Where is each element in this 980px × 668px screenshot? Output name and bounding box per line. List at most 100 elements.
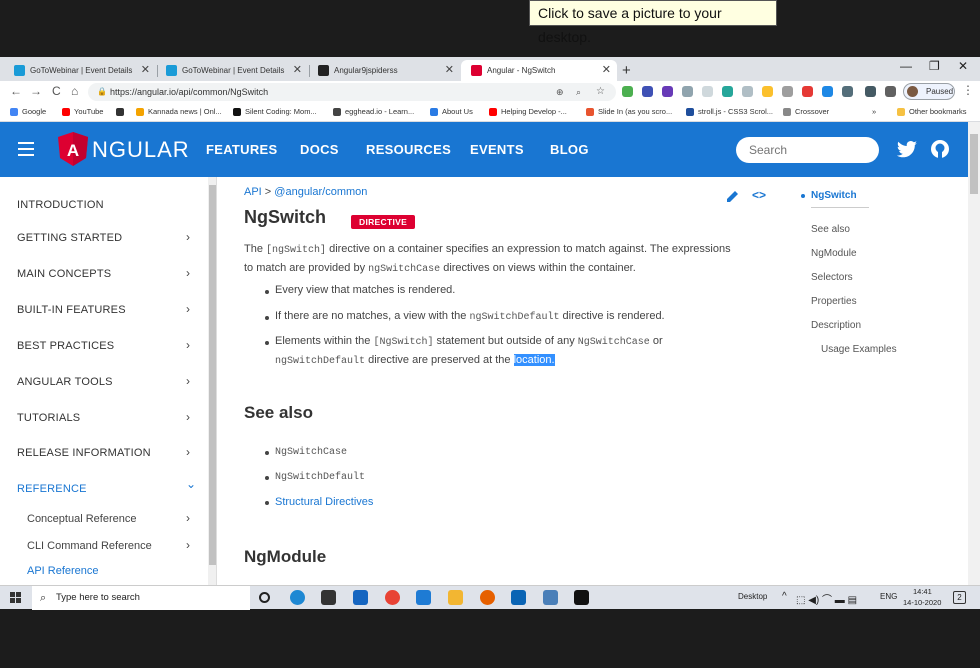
desktop-toolbar[interactable]: Desktop (738, 592, 767, 601)
chevron-right-icon[interactable]: › (186, 230, 190, 244)
clock-date[interactable]: 14-10-2020 (903, 598, 941, 607)
other-bookmarks[interactable]: Other bookmarks (897, 106, 967, 118)
side-item-reference[interactable]: REFERENCE (17, 483, 87, 495)
toc-selectors[interactable]: Selectors (811, 272, 853, 283)
side-item-api-reference[interactable]: API Reference (27, 565, 99, 577)
extension-icon[interactable] (742, 86, 753, 97)
reload-button[interactable]: C (52, 84, 61, 98)
hamburger-menu-icon[interactable] (18, 142, 34, 156)
profile-button[interactable]: Paused (903, 83, 955, 100)
page-scroll-thumb[interactable] (970, 134, 978, 194)
side-item-cli-command-reference[interactable]: CLI Command Reference (27, 540, 152, 552)
bookmark-stroll[interactable]: stroll.js - CSS3 Scrol... (686, 106, 773, 118)
media-icon[interactable] (511, 590, 526, 605)
puzzle-icon[interactable] (885, 86, 896, 97)
extension-icon[interactable] (662, 86, 673, 97)
taskbar-search-input[interactable]: ⌕ Type here to search (32, 586, 250, 610)
brand-wordmark[interactable]: NGULAR (92, 137, 190, 163)
structural-directives-link[interactable]: Structural Directives (275, 493, 373, 512)
close-window-button[interactable]: ✕ (958, 59, 968, 73)
sidebar-scroll-thumb[interactable] (209, 185, 216, 565)
menu-icon[interactable]: ⋮ (962, 83, 974, 97)
chrome-icon[interactable] (385, 590, 400, 605)
task-view-icon[interactable] (259, 592, 270, 603)
chevron-right-icon[interactable]: › (186, 266, 190, 280)
extension-icon[interactable] (802, 86, 813, 97)
github-icon[interactable] (930, 139, 950, 159)
view-source-icon[interactable]: <> (752, 188, 766, 202)
breadcrumb-api-link[interactable]: API (244, 186, 262, 198)
angular-logo-icon[interactable]: A (58, 132, 88, 166)
edit-pencil-icon[interactable] (726, 189, 740, 203)
windows-start-icon[interactable] (10, 592, 22, 604)
bookmark-helping-develop[interactable]: Helping Develop -... (489, 106, 567, 118)
mail-icon[interactable] (353, 590, 368, 605)
tab-gotowebinar-1[interactable]: GoToWebinar | Event Details ✕ (4, 60, 156, 81)
chevron-up-icon[interactable]: ^ (782, 591, 787, 602)
bookmarks-overflow[interactable]: » (872, 106, 876, 118)
close-icon[interactable]: ✕ (141, 60, 150, 81)
minimize-button[interactable]: — (900, 59, 912, 73)
new-tab-button[interactable]: + (622, 60, 631, 81)
extension-icon[interactable] (722, 86, 733, 97)
extension-icon[interactable] (822, 86, 833, 97)
file-explorer-icon[interactable] (448, 590, 463, 605)
extension-icon[interactable] (865, 86, 876, 97)
address-bar[interactable]: 🔒 https://angular.io/api/common/NgSwitch… (88, 83, 616, 101)
bookmark-egghead[interactable]: egghead.io - Learn... (333, 106, 414, 118)
extension-icon[interactable] (782, 86, 793, 97)
nav-docs[interactable]: DOCS (300, 142, 339, 157)
close-icon[interactable]: ✕ (602, 60, 611, 81)
extension-icon[interactable] (702, 86, 713, 97)
toc-description[interactable]: Description (811, 320, 861, 331)
bookmark-google[interactable]: Google (10, 106, 46, 118)
tab-gotowebinar-2[interactable]: GoToWebinar | Event Details ✕ (156, 60, 308, 81)
bookmark-star-icon[interactable]: ☆ (596, 83, 605, 101)
chevron-right-icon[interactable]: › (186, 410, 190, 424)
home-button[interactable]: ⌂ (71, 84, 78, 98)
edge-icon[interactable] (290, 590, 305, 605)
vscode-icon[interactable] (416, 590, 431, 605)
nav-resources[interactable]: RESOURCES (366, 142, 451, 157)
tray-icons[interactable]: ⬚ ◀) ⌒ ▬ ▤ (796, 591, 857, 606)
close-icon[interactable]: ✕ (293, 60, 302, 81)
tab-angular-ngswitch[interactable]: Angular - NgSwitch ✕ (461, 60, 617, 81)
nav-blog[interactable]: BLOG (550, 142, 589, 157)
side-item-conceptual-reference[interactable]: Conceptual Reference (27, 513, 136, 525)
toc-ngmodule[interactable]: NgModule (811, 248, 857, 259)
toc-ngswitch[interactable]: NgSwitch (811, 190, 857, 201)
maximize-button[interactable]: ❐ (929, 59, 940, 73)
chevron-right-icon[interactable]: › (186, 302, 190, 316)
bookmark-slide-in[interactable]: Slide In (as you scro... (586, 106, 672, 118)
side-item-getting-started[interactable]: GETTING STARTED (17, 232, 122, 244)
bookmark-silent-coding[interactable]: Silent Coding: Mom... (233, 106, 317, 118)
notifications-icon[interactable]: 2 (953, 591, 966, 604)
extension-icon[interactable] (842, 86, 853, 97)
tab-angular9jspiderss[interactable]: Angular9jspiderss ✕ (308, 60, 460, 81)
chevron-right-icon[interactable]: › (186, 338, 190, 352)
zoom-icon[interactable]: ⌕ (576, 83, 581, 101)
side-item-angular-tools[interactable]: ANGULAR TOOLS (17, 376, 113, 388)
bookmark-kannada-news[interactable]: Kannada news | Onl... (136, 106, 222, 118)
side-item-built-in-features[interactable]: BUILT-IN FEATURES (17, 304, 126, 316)
chevron-down-icon[interactable]: ⌄ (186, 477, 196, 491)
side-item-release-information[interactable]: RELEASE INFORMATION (17, 447, 151, 459)
nav-features[interactable]: FEATURES (206, 142, 278, 157)
toc-properties[interactable]: Properties (811, 296, 857, 307)
extension-icon[interactable] (682, 86, 693, 97)
breadcrumb-package-link[interactable]: @angular/common (274, 186, 367, 198)
chevron-right-icon[interactable]: › (186, 374, 190, 388)
side-item-tutorials[interactable]: TUTORIALS (17, 412, 80, 424)
language-indicator[interactable]: ENG (880, 592, 897, 601)
firefox-icon[interactable] (480, 590, 495, 605)
toc-see-also[interactable]: See also (811, 224, 850, 235)
chevron-right-icon[interactable]: › (186, 445, 190, 459)
terminal-icon[interactable] (574, 590, 589, 605)
settings-app-icon[interactable] (543, 590, 558, 605)
side-item-best-practices[interactable]: BEST PRACTICES (17, 340, 114, 352)
close-icon[interactable]: ✕ (445, 60, 454, 81)
search-input[interactable] (736, 137, 879, 163)
install-icon[interactable]: ⊕ (556, 83, 564, 101)
chevron-right-icon[interactable]: › (186, 538, 190, 552)
back-button[interactable]: ← (10, 84, 22, 98)
